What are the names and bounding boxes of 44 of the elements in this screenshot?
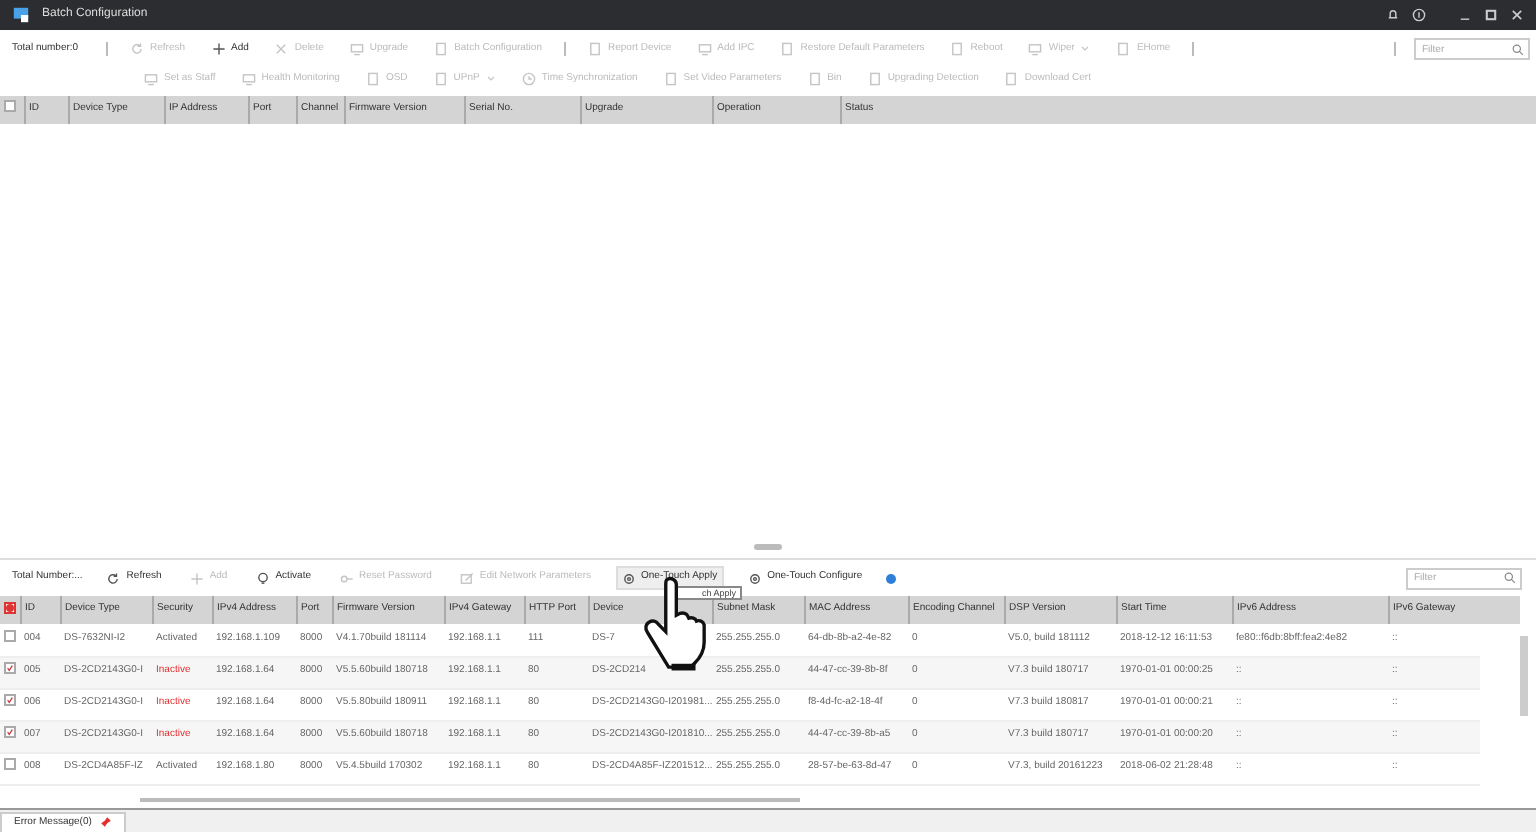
info-icon — [886, 573, 897, 583]
monitor-icon — [349, 42, 364, 56]
row-checkbox[interactable] — [4, 726, 16, 739]
refresh-icon — [130, 42, 144, 56]
document-icon — [365, 72, 380, 86]
monitor-icon — [144, 72, 158, 86]
document-icon — [950, 42, 965, 56]
pin-icon — [99, 816, 112, 829]
plus-icon — [189, 571, 204, 585]
plus-icon — [211, 42, 226, 56]
document-icon — [867, 72, 882, 86]
select-all-checkbox[interactable] — [4, 100, 16, 113]
monitor-icon — [697, 42, 712, 56]
document-icon — [433, 72, 448, 86]
row-checkbox[interactable] — [4, 758, 16, 771]
document-icon — [663, 72, 678, 86]
monitor-icon — [1028, 42, 1043, 56]
document-icon — [1116, 42, 1131, 56]
edit-icon — [459, 571, 474, 585]
document-icon — [807, 72, 822, 86]
row-checkbox[interactable] — [4, 694, 16, 707]
scrollbar[interactable] — [1520, 636, 1528, 716]
app-icon — [12, 6, 30, 24]
close-icon[interactable] — [1510, 8, 1524, 22]
caret-icon — [485, 74, 496, 84]
close-icon — [274, 42, 289, 56]
document-icon — [780, 42, 795, 56]
document-icon — [434, 42, 449, 56]
caret-icon — [1080, 44, 1091, 54]
refresh-icon — [106, 571, 121, 585]
clock-icon — [521, 72, 536, 86]
document-icon — [1004, 72, 1019, 86]
splitter-handle[interactable] — [754, 544, 782, 550]
document-icon — [587, 42, 602, 56]
row-checkbox[interactable] — [4, 662, 16, 675]
key-icon — [339, 571, 354, 585]
row-checkbox[interactable] — [4, 630, 16, 642]
info-icon[interactable] — [1412, 8, 1426, 22]
maximize-icon[interactable] — [1484, 8, 1498, 22]
bell-icon[interactable] — [1386, 8, 1400, 22]
scrollbar[interactable] — [140, 798, 800, 802]
monitor-icon — [241, 72, 256, 86]
bulb-icon — [255, 571, 270, 585]
select-all-checkbox[interactable] — [4, 601, 16, 614]
